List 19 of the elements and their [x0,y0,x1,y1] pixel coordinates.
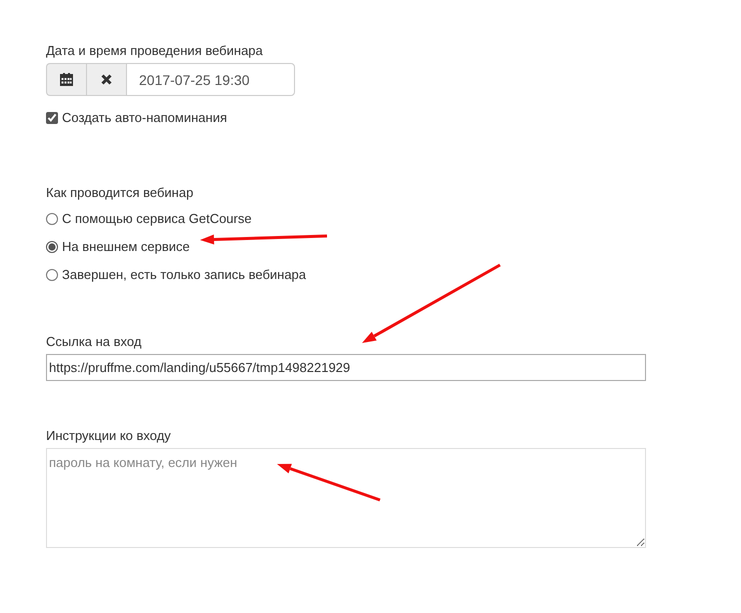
field-label: Дата и время проведения вебинара [46,43,263,59]
instructions-field[interactable]: пароль на комнату, если нужен [46,448,646,548]
radio-label: Завершен, есть только запись вебинара [62,267,306,283]
date-time-field[interactable]: 2017-07-25 19:30 [126,63,295,96]
radio-button[interactable] [46,213,58,225]
radio-label: На внешнем сервисе [62,239,190,255]
field-label: Ссылка на вход [46,334,142,350]
calendar-button[interactable] [46,63,86,96]
checkbox[interactable] [46,112,58,124]
close-icon [101,74,112,85]
clear-button[interactable] [86,63,126,96]
radio-button[interactable] [46,241,58,253]
calendar-icon [60,73,73,86]
link-field[interactable]: https://pruffme.com/landing/u55667/tmp1498221929 [46,354,646,381]
radio-label: С помощью сервиса GetCourse [62,211,252,227]
radio-button[interactable] [46,269,58,281]
field-label: Инструкции ко входу [46,428,171,444]
checkbox-label: Создать авто-напоминания [62,110,228,126]
field-label: Как проводится вебинар [46,185,194,201]
